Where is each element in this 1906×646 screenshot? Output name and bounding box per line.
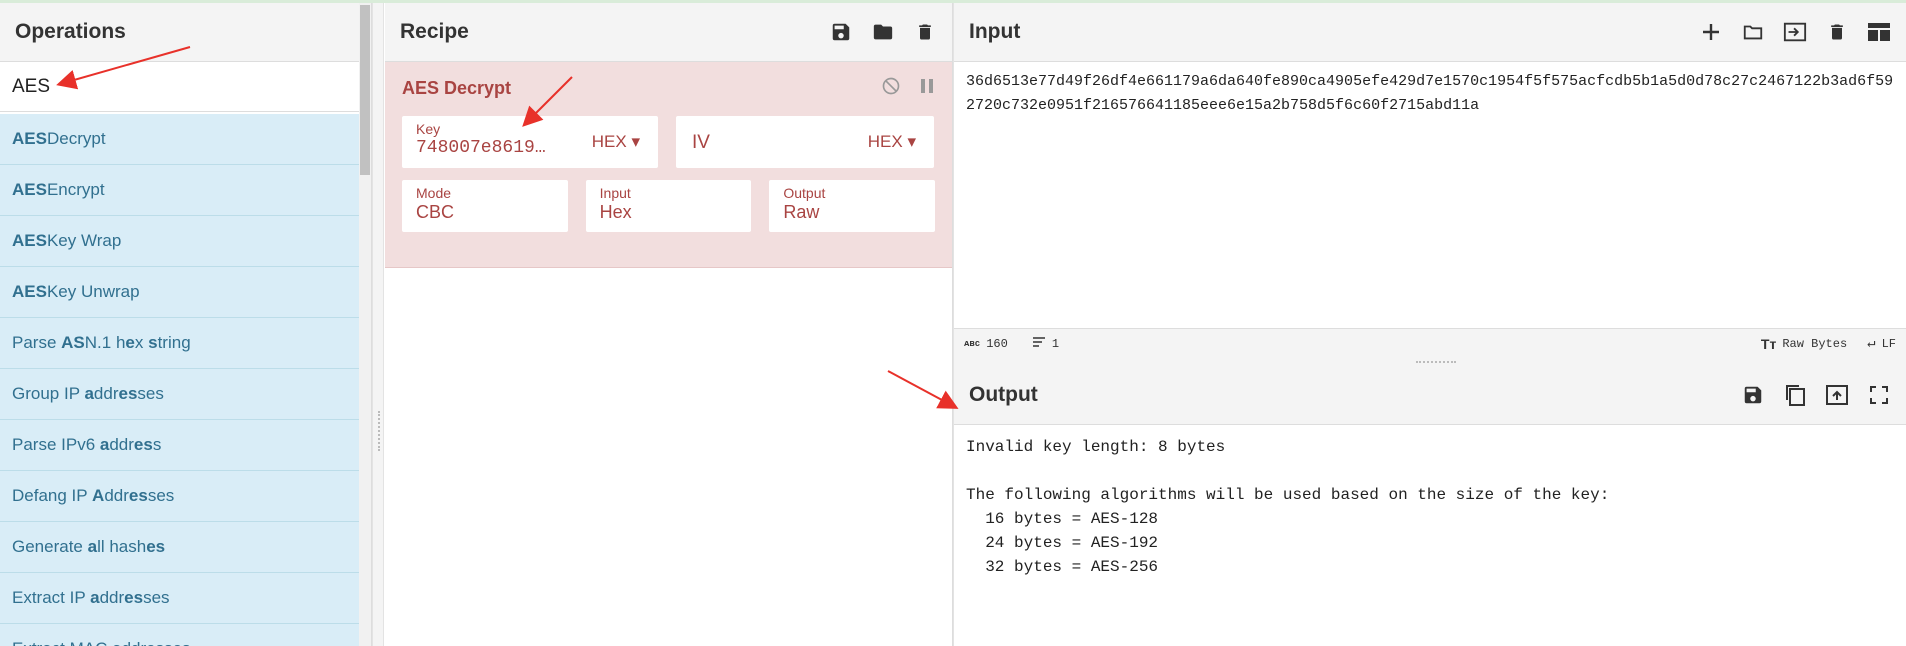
maximise-output-icon[interactable] <box>1867 383 1891 407</box>
pause-breakpoint-icon[interactable] <box>919 77 935 100</box>
operation-label: Generate all hashes <box>12 537 166 556</box>
input-status-bar: ᴀʙᴄ 160 1 Tт Raw Bytes ↵ LF <box>954 328 1906 358</box>
input-length-stat: ᴀʙᴄ 160 <box>964 337 1008 351</box>
clear-input-trash-icon[interactable] <box>1825 20 1849 44</box>
input-title: Input <box>969 20 1021 43</box>
save-recipe-icon[interactable] <box>829 20 853 44</box>
operations-search-box[interactable] <box>0 62 371 112</box>
operations-title: Operations <box>0 3 371 62</box>
operation-label: Key Unwrap <box>46 282 140 301</box>
vertical-splitter[interactable] <box>372 3 384 646</box>
operation-label: Encrypt <box>46 180 105 199</box>
match-highlight: AES <box>12 129 47 148</box>
input-encoding-value: Raw Bytes <box>1782 336 1848 351</box>
input-eol-value: LF <box>1881 336 1896 351</box>
operation-list-item[interactable]: Group IP addresses <box>0 369 367 420</box>
open-file-folder-icon[interactable] <box>1741 20 1765 44</box>
operation-list-item[interactable]: AES Decrypt <box>0 114 367 165</box>
operations-scrollbar-thumb[interactable] <box>360 5 370 175</box>
operations-list: AES Decrypt AES Encrypt AES Key Wrap AES Ke… <box>0 114 367 646</box>
input-lines-stat: 1 <box>1032 336 1059 352</box>
operation-list-item[interactable]: Defang IP Addresses <box>0 471 367 522</box>
iv-field[interactable]: IV HEX ▾ <box>676 116 934 168</box>
splitter-grip[interactable] <box>1416 361 1456 363</box>
operation-list-item[interactable]: Generate all hashes <box>0 522 367 573</box>
mode-field[interactable]: Mode CBC <box>402 180 568 232</box>
output-panel: Output Invalid key length: 8 bytes The f… <box>954 366 1906 646</box>
input-header: Input <box>954 3 1906 62</box>
output-format-field[interactable]: Output Raw <box>769 180 936 232</box>
replace-input-with-output-icon[interactable] <box>1825 383 1849 407</box>
splitter-grip[interactable] <box>378 411 380 451</box>
key-value[interactable]: 748007e8619… <box>416 138 556 158</box>
add-input-tab-plus-icon[interactable] <box>1699 20 1723 44</box>
load-recipe-folder-icon[interactable] <box>871 20 895 44</box>
output-text[interactable]: Invalid key length: 8 bytes The followin… <box>954 425 1906 589</box>
match-highlight: AES <box>12 180 47 199</box>
operation-list-item[interactable]: Parse IPv6 address <box>0 420 367 471</box>
operation-title: AES Decrypt <box>402 77 512 98</box>
operation-label: Extract IP addresses <box>12 588 170 607</box>
key-field[interactable]: Key 748007e8619… HEX ▾ <box>402 116 658 168</box>
caret-down-icon: ▾ <box>631 132 640 151</box>
copy-output-icon[interactable] <box>1783 383 1807 407</box>
operation-label: Decrypt <box>46 129 106 148</box>
input-format-label: Input <box>599 185 631 201</box>
iv-format-dropdown[interactable]: HEX ▾ <box>868 132 916 152</box>
key-format-dropdown[interactable]: HEX ▾ <box>592 132 640 152</box>
operation-label: Parse IPv6 address <box>12 435 162 454</box>
clear-recipe-trash-icon[interactable] <box>913 20 937 44</box>
operation-list-item[interactable]: AES Key Wrap <box>0 216 367 267</box>
operation-list-item[interactable]: Extract MAC addresses <box>0 624 367 646</box>
import-input-icon[interactable] <box>1783 20 1807 44</box>
operations-panel: Operations AES DecryptAES EncryptAES Key… <box>0 3 372 646</box>
operation-list-item[interactable]: Parse ASN.1 hex string <box>0 318 367 369</box>
match-highlight: AES <box>12 231 47 250</box>
match-highlight: AES <box>12 282 47 301</box>
operation-label: Group IP addresses <box>12 384 164 403</box>
input-panel: Input 36d6513e77d49f26df4e661179a6da640f… <box>954 3 1906 358</box>
save-output-icon[interactable] <box>1741 383 1765 407</box>
return-arrow-icon: ↵ <box>1867 336 1876 352</box>
disable-operation-icon[interactable] <box>881 76 901 101</box>
operation-label: Defang IP Addresses <box>12 486 175 505</box>
mode-value[interactable]: CBC <box>416 202 554 223</box>
mode-label: Mode <box>416 185 452 201</box>
input-lines-value: 1 <box>1051 336 1060 351</box>
output-title: Output <box>969 383 1038 406</box>
operation-label: Key Wrap <box>46 231 122 250</box>
recipe-title: Recipe <box>400 20 469 43</box>
text-encoding-icon: Tт <box>1760 335 1777 352</box>
lines-icon <box>1032 336 1046 352</box>
key-format-label: HEX <box>591 132 627 151</box>
horizontal-splitter[interactable] <box>954 358 1906 366</box>
input-eol-button[interactable]: ↵ LF <box>1867 335 1896 352</box>
iv-format-label: HEX <box>867 132 903 151</box>
recipe-panel: Recipe AES Decrypt Key 748007e8619… HEX … <box>385 3 953 646</box>
caret-down-icon: ▾ <box>907 132 916 151</box>
operations-search-input[interactable] <box>12 75 359 98</box>
output-header: Output <box>954 366 1906 425</box>
iv-placeholder: IV <box>692 132 710 153</box>
output-format-label: Output <box>783 185 826 201</box>
input-textarea[interactable]: 36d6513e77d49f26df4e661179a6da640fe890ca… <box>954 62 1906 126</box>
input-format-field[interactable]: Input Hex <box>585 180 752 232</box>
reset-layout-icon[interactable] <box>1867 20 1891 44</box>
operation-list-item[interactable]: AES Key Unwrap <box>0 267 367 318</box>
operation-label: Parse ASN.1 hex string <box>12 333 191 352</box>
abc-length-icon: ᴀʙᴄ <box>964 338 981 349</box>
aes-decrypt-operation-card[interactable]: AES Decrypt Key 748007e8619… HEX ▾ IV HE… <box>385 62 952 268</box>
output-format-value[interactable]: Raw <box>783 202 921 223</box>
operations-scrollbar[interactable] <box>359 3 371 646</box>
operation-list-item[interactable]: AES Encrypt <box>0 165 367 216</box>
recipe-header: Recipe <box>385 3 952 62</box>
input-length-value: 160 <box>986 336 1008 351</box>
input-encoding-button[interactable]: Tт Raw Bytes <box>1761 336 1847 352</box>
operation-label: Extract MAC addresses <box>12 639 191 646</box>
operation-list-item[interactable]: Extract IP addresses <box>0 573 367 624</box>
input-format-value[interactable]: Hex <box>600 202 738 223</box>
